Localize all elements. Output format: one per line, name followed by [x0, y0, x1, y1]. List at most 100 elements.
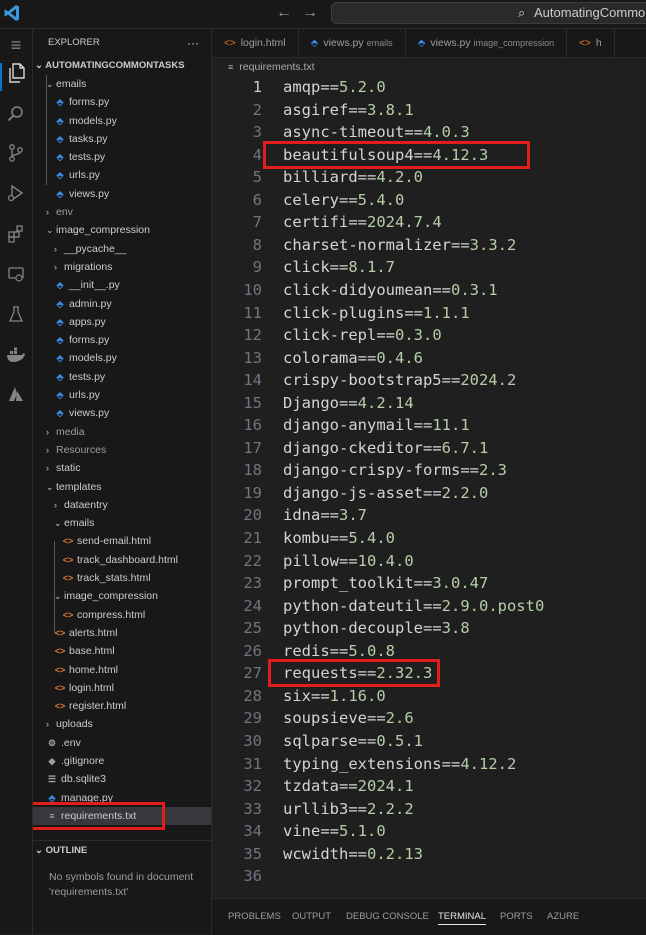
tree-folder[interactable]: ⌄ image_compression: [33, 221, 211, 239]
package-version: 5.2.0: [339, 78, 386, 96]
package-name: click: [283, 258, 330, 277]
tree-folder[interactable]: ⌄ emails: [33, 514, 211, 532]
workspace-root[interactable]: ⌄ AUTOMATINGCOMMONTASKS: [33, 57, 211, 75]
tree-file[interactable]: ⬘ tasks.py: [33, 130, 211, 148]
tree-file[interactable]: ⬘ admin.py: [33, 295, 211, 313]
editor-tab[interactable]: ⬘ views.py image_compression: [406, 29, 568, 57]
package-name: django-ckeditor: [283, 438, 423, 457]
tree-folder[interactable]: ⌄ image_compression: [33, 587, 211, 605]
tree-folder[interactable]: › uploads: [33, 715, 211, 733]
editor-tab[interactable]: <> login.html: [212, 29, 299, 57]
activity-bar: ≡: [0, 29, 33, 934]
package-name: django-crispy-forms: [283, 461, 461, 480]
tree-folder[interactable]: › dataentry: [33, 496, 211, 514]
package-version: 11.1: [432, 416, 470, 435]
tree-file[interactable]: <> base.html: [33, 642, 211, 660]
tree-folder[interactable]: ⌄ emails: [33, 75, 211, 93]
tree-file[interactable]: ⬘ forms.py: [33, 331, 211, 349]
tree-file[interactable]: <> track_dashboard.html: [33, 551, 211, 569]
version-operator: ==: [432, 280, 451, 299]
tree-file[interactable]: <> send-email.html: [33, 532, 211, 550]
tree-file[interactable]: ⬘ views.py: [33, 185, 211, 203]
version-operator: ==: [357, 731, 377, 750]
back-arrow-icon[interactable]: ←: [276, 4, 302, 21]
run-debug-icon[interactable]: [0, 183, 32, 211]
version-operator: ==: [413, 416, 433, 435]
editor-tab[interactable]: <> h: [567, 29, 615, 57]
tab-hint: emails: [366, 38, 393, 48]
tree-folder[interactable]: › migrations: [33, 258, 211, 276]
tree-file[interactable]: ⬘ models.py: [33, 349, 211, 367]
panel-tab-ports[interactable]: PORTS: [500, 911, 533, 922]
code-line: click==8.1.7: [283, 256, 395, 279]
tree-item-label: migrations: [64, 260, 113, 273]
version-operator: ==: [339, 393, 358, 412]
tree-folder[interactable]: › env: [33, 203, 211, 221]
tree-file[interactable]: ☰ db.sqlite3: [33, 770, 211, 788]
python-file-icon: ⬘: [417, 38, 426, 49]
remote-explorer-icon[interactable]: [0, 263, 32, 291]
chevron-down-icon: ⌄: [46, 481, 54, 492]
line-number: 10: [243, 280, 262, 299]
tree-file[interactable]: ⬘ models.py: [33, 112, 211, 130]
tree-item-label: forms.py: [69, 96, 110, 109]
panel-tab-output[interactable]: OUTPUT: [292, 911, 331, 922]
tree-file[interactable]: ⬘ urls.py: [33, 386, 211, 404]
source-control-icon[interactable]: [0, 143, 32, 171]
line-number: 28: [243, 686, 262, 705]
tree-file[interactable]: ⚙ .env: [33, 734, 211, 752]
tree-file[interactable]: ⬘ tests.py: [33, 148, 211, 166]
chevron-right-icon: ›: [46, 444, 49, 455]
explorer-icon[interactable]: [0, 63, 32, 91]
html-file-icon: <>: [224, 38, 236, 49]
package-name: Django: [283, 393, 339, 412]
tree-file[interactable]: ⬘ views.py: [33, 404, 211, 422]
search-icon[interactable]: [0, 103, 32, 131]
forward-arrow-icon[interactable]: →: [302, 4, 328, 21]
tree-folder[interactable]: › Resources: [33, 441, 211, 459]
tree-folder[interactable]: › __pycache__: [33, 240, 211, 258]
tree-item-label: __pycache__: [64, 242, 127, 255]
docker-icon[interactable]: [0, 343, 32, 371]
tree-file[interactable]: <> login.html: [33, 679, 211, 697]
tree-file[interactable]: ⬘ __init__.py: [33, 276, 211, 294]
html-file-icon: <>: [62, 536, 74, 547]
tree-file[interactable]: ⬘ forms.py: [33, 93, 211, 111]
code-editor[interactable]: 1 amqp==5.2.0 2 asgiref==3.8.1 3 async-timeou…: [212, 76, 646, 898]
tree-file[interactable]: <> home.html: [33, 661, 211, 679]
tree-file[interactable]: ⬘ tests.py: [33, 368, 211, 386]
line-number: 15: [243, 393, 262, 412]
panel-tab-azure[interactable]: AZURE: [547, 911, 579, 922]
tree-file[interactable]: ◆ .gitignore: [33, 752, 211, 770]
breadcrumb-file: requirements.txt: [239, 61, 315, 73]
tree-file[interactable]: ⬘ apps.py: [33, 313, 211, 331]
menu-icon[interactable]: ≡: [0, 31, 32, 59]
line-number: 27: [243, 664, 262, 683]
code-line: billiard==4.2.0: [283, 166, 423, 189]
package-version: 8.1.7: [348, 258, 396, 277]
panel-tab-terminal[interactable]: TERMINAL: [438, 911, 487, 925]
panel-tab-problems[interactable]: PROBLEMS: [228, 911, 281, 922]
testing-flask-icon[interactable]: [0, 303, 32, 331]
tree-file[interactable]: <> register.html: [33, 697, 211, 715]
panel-tab-debug-console[interactable]: DEBUG CONSOLE: [346, 911, 429, 922]
tree-file[interactable]: <> track_stats.html: [33, 569, 211, 587]
tree-folder[interactable]: › static: [33, 459, 211, 477]
tree-file[interactable]: <> compress.html: [33, 606, 211, 624]
command-center-search[interactable]: ⌕ AutomatingCommon: [331, 2, 646, 24]
tree-file[interactable]: ⬘ urls.py: [33, 166, 211, 184]
package-version: 4.2.14: [357, 393, 414, 412]
breadcrumb[interactable]: ≡ requirements.txt: [212, 58, 646, 76]
more-actions-icon[interactable]: ···: [187, 29, 199, 57]
tree-folder[interactable]: › media: [33, 423, 211, 441]
version-operator: ==: [450, 235, 470, 254]
package-version: 2024.1: [357, 777, 414, 796]
outline-header[interactable]: ⌄ OUTLINE: [33, 842, 211, 860]
package-version: 5.4.0: [357, 190, 405, 209]
tree-folder[interactable]: ⌄ templates: [33, 478, 211, 496]
tree-file[interactable]: <> alerts.html: [33, 624, 211, 642]
tree-item-label: forms.py: [69, 334, 110, 347]
editor-tab[interactable]: ⬘ views.py emails: [299, 29, 406, 57]
azure-icon[interactable]: [0, 383, 32, 411]
extensions-icon[interactable]: [0, 223, 32, 251]
